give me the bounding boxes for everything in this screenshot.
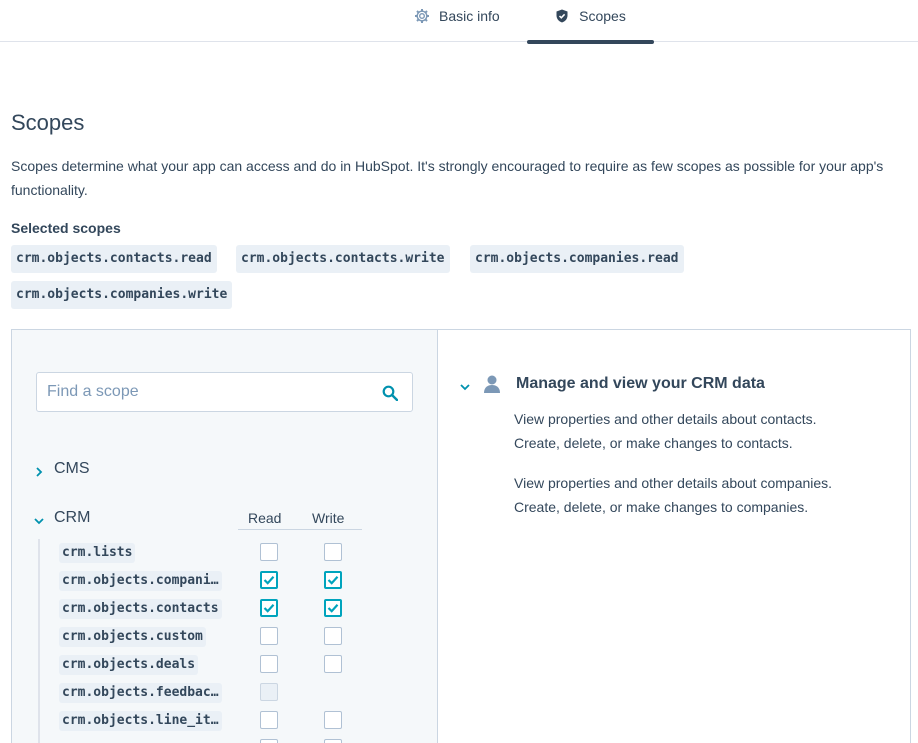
selected-scope-chip: crm.objects.contacts.read <box>11 245 217 273</box>
search-icon[interactable] <box>382 385 399 402</box>
column-header-read: Read <box>248 510 282 526</box>
details-text-line: View properties and other details about … <box>514 411 817 427</box>
selected-scope-chip: crm.objects.companies.read <box>470 245 684 273</box>
read-checkbox[interactable] <box>260 571 278 589</box>
scope-row: crm.objects.custom <box>40 623 436 651</box>
tab-scopes-label: Scopes <box>579 8 626 24</box>
scope-name: crm.objects.deals <box>59 655 199 675</box>
page-description: Scopes determine what your app can acces… <box>11 158 884 198</box>
person-icon <box>482 374 502 394</box>
scopes-panel: CMS CRM Read Write crm.lists crm.objects.… <box>11 329 911 743</box>
search-box <box>36 372 413 412</box>
read-checkbox[interactable] <box>260 711 278 729</box>
tab-scopes[interactable]: Scopes <box>527 0 654 44</box>
read-checkbox[interactable] <box>260 599 278 617</box>
write-checkbox[interactable] <box>324 599 342 617</box>
scope-details: Manage and view your CRM data View prope… <box>438 330 912 743</box>
page-title: Scopes <box>11 110 85 135</box>
scope-name: crm.lists <box>59 543 136 563</box>
tab-bar: Basic info Scopes <box>0 0 918 44</box>
shield-icon <box>555 9 569 23</box>
write-checkbox[interactable] <box>324 655 342 673</box>
read-checkbox[interactable] <box>260 739 278 743</box>
tab-basic-info[interactable]: Basic info <box>415 0 500 42</box>
chevron-down-icon <box>34 513 44 525</box>
scope-row: crm.objects.contacts <box>40 595 436 623</box>
scope-row: crm.objects.compani… <box>40 567 436 595</box>
tab-basic-info-label: Basic info <box>439 8 500 24</box>
selected-scope-chip: crm.objects.companies.write <box>11 281 233 309</box>
scope-row <box>40 735 436 743</box>
crm-scope-list: crm.lists crm.objects.compani… crm.objects… <box>38 539 436 743</box>
scope-name: crm.objects.custom <box>59 627 206 647</box>
details-title: Manage and view your CRM data <box>516 375 765 392</box>
write-checkbox[interactable] <box>324 739 342 743</box>
column-divider <box>238 529 362 530</box>
read-checkbox[interactable] <box>260 627 278 645</box>
write-checkbox[interactable] <box>324 627 342 645</box>
details-text-line: Create, delete, or make changes to compa… <box>514 499 809 515</box>
group-cms-label: CMS <box>54 460 90 477</box>
chevron-right-icon <box>34 464 44 477</box>
group-crm[interactable]: CRM <box>34 509 90 527</box>
selected-scopes-label: Selected scopes <box>11 220 121 236</box>
details-header[interactable]: Manage and view your CRM data <box>460 374 765 394</box>
scope-row: crm.objects.feedbac… <box>40 679 436 707</box>
gear-icon <box>415 9 429 23</box>
details-text-line: Create, delete, or make changes to conta… <box>514 435 793 451</box>
details-text-line: View properties and other details about … <box>514 475 833 491</box>
write-checkbox[interactable] <box>324 711 342 729</box>
scope-name: crm.objects.contacts <box>59 599 222 619</box>
scope-name: crm.objects.line_it… <box>59 711 222 731</box>
scope-name: crm.objects.compani… <box>59 571 222 591</box>
write-checkbox[interactable] <box>324 571 342 589</box>
chevron-down-icon <box>460 379 470 391</box>
scope-row: crm.objects.deals <box>40 651 436 679</box>
selected-scope-chip: crm.objects.contacts.write <box>236 245 450 273</box>
group-crm-label: CRM <box>54 509 91 526</box>
read-checkbox[interactable] <box>260 655 278 673</box>
read-checkbox[interactable] <box>260 543 278 561</box>
search-input[interactable] <box>37 373 377 411</box>
active-tab-indicator <box>527 40 654 44</box>
group-cms[interactable]: CMS <box>34 460 90 478</box>
scope-row: crm.lists <box>40 539 436 567</box>
column-header-write: Write <box>312 510 345 526</box>
scope-name: crm.objects.feedbac… <box>59 683 222 703</box>
write-checkbox[interactable] <box>324 543 342 561</box>
scope-row: crm.objects.line_it… <box>40 707 436 735</box>
read-checkbox <box>260 683 278 701</box>
scope-picker: CMS CRM Read Write crm.lists crm.objects.… <box>12 330 438 743</box>
